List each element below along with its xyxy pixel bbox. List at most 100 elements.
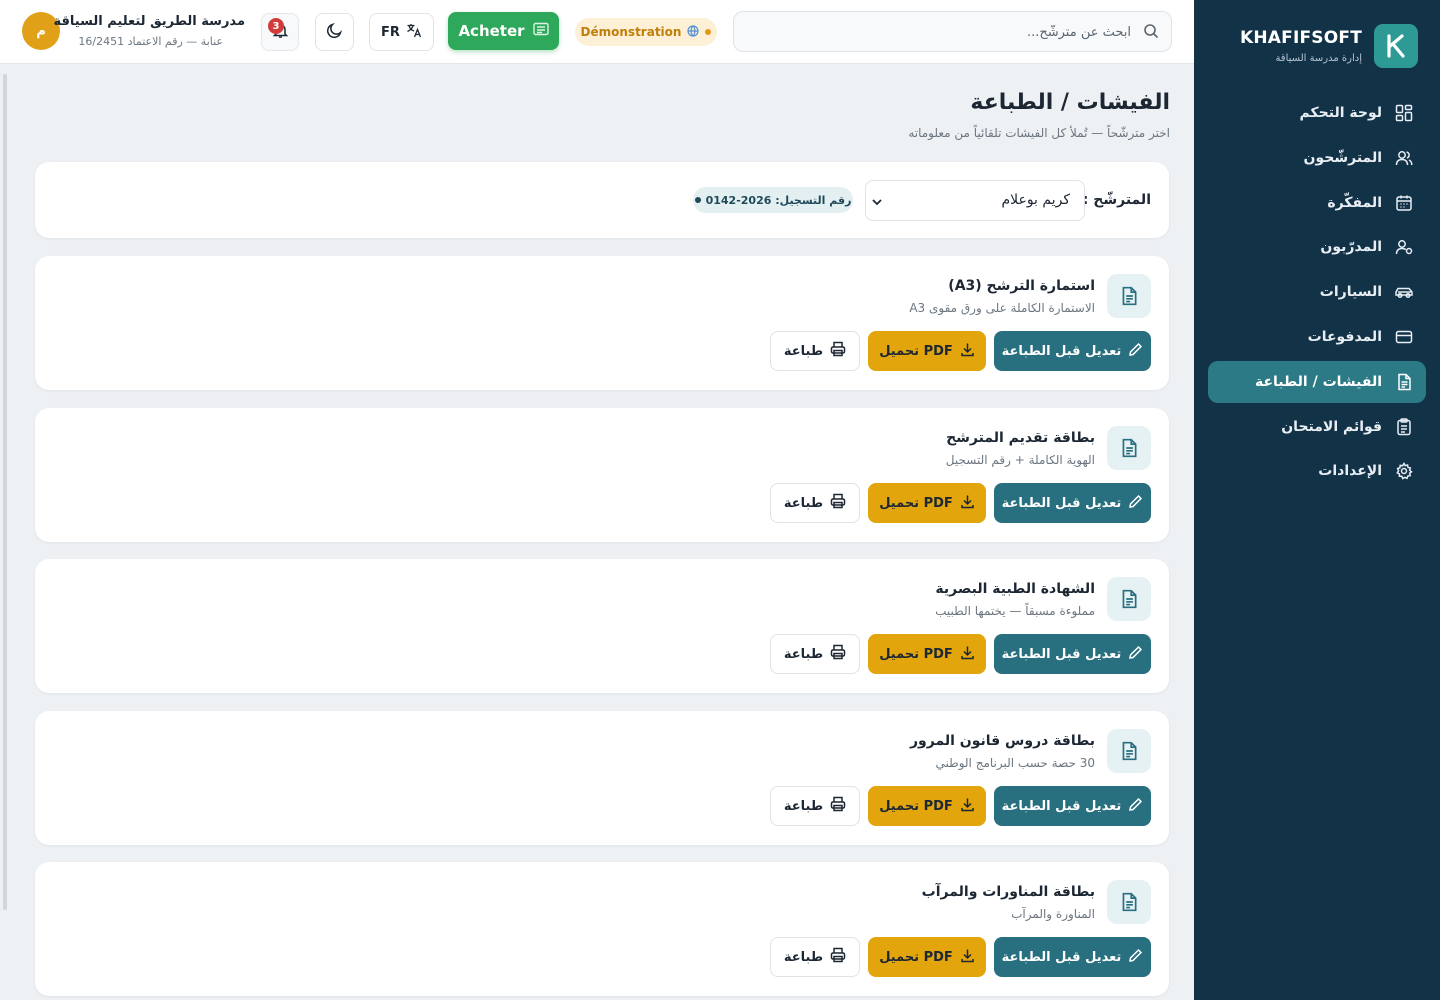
- language-switch[interactable]: FR: [369, 13, 434, 51]
- brand-name: KHAFIFSOFT: [1239, 28, 1362, 48]
- scrollbar[interactable]: [0, 64, 10, 1000]
- globe-icon: [687, 24, 700, 40]
- print-label: طباعة: [783, 343, 824, 359]
- download-icon: [960, 645, 975, 664]
- download-pdf-button[interactable]: تحميل PDF: [868, 483, 986, 523]
- print-label: طباعة: [783, 798, 824, 814]
- printer-icon: [830, 341, 846, 361]
- form-subtitle: الاستمارة الكاملة على ورق مقوى A3: [909, 301, 1095, 315]
- demo-badge: Démonstration: [575, 18, 717, 46]
- document-icon: [1394, 372, 1414, 392]
- pdf-label: تحميل PDF: [879, 495, 953, 511]
- download-icon: [960, 342, 975, 361]
- edit-before-print-button[interactable]: تعديل قبل الطباعة: [994, 786, 1151, 826]
- instructor-icon: [1394, 237, 1414, 257]
- form-card: بطاقة دروس قانون المرور 30 حصة حسب البرن…: [35, 711, 1169, 845]
- registration-number: رقم التسجيل: 2026-0142: [705, 193, 852, 207]
- chevron-down-icon: [870, 194, 884, 213]
- form-card: استمارة الترشح (A3) الاستمارة الكاملة عل…: [35, 256, 1169, 390]
- form-subtitle: مملوءة مسبقاً — يختمها الطبيب: [935, 604, 1095, 618]
- download-icon: [960, 797, 975, 816]
- translate-icon: [406, 22, 422, 42]
- sidebar-item-label: لوحة التحكم: [1299, 105, 1382, 121]
- print-button[interactable]: طباعة: [770, 483, 860, 523]
- document-icon: [1107, 426, 1151, 470]
- sidebar-item-dashboard[interactable]: لوحة التحكم: [1208, 92, 1426, 134]
- pdf-label: تحميل PDF: [879, 798, 953, 814]
- form-subtitle: المناورة والمرآب: [1011, 907, 1095, 921]
- theme-toggle[interactable]: [315, 13, 354, 51]
- form-title: بطاقة تقديم المترشح: [946, 430, 1095, 446]
- sidebar-item-forms-printing[interactable]: الفيشات / الطباعة: [1208, 360, 1426, 403]
- printer-icon: [830, 644, 846, 664]
- printer-icon: [830, 947, 846, 967]
- sidebar-item-candidates[interactable]: المترشّحون: [1208, 137, 1426, 179]
- sidebar-item-instructors[interactable]: المدرّبون: [1208, 226, 1426, 268]
- buy-button[interactable]: Acheter: [448, 12, 559, 50]
- notifications-button[interactable]: 3: [261, 13, 299, 51]
- download-pdf-button[interactable]: تحميل PDF: [868, 937, 986, 977]
- page-title: الفيشات / الطباعة: [970, 90, 1170, 115]
- pencil-icon: [1128, 948, 1143, 967]
- download-icon: [960, 494, 975, 513]
- download-pdf-button[interactable]: تحميل PDF: [868, 634, 986, 674]
- search-input[interactable]: [751, 21, 1131, 43]
- moon-icon: [326, 22, 343, 43]
- download-pdf-button[interactable]: تحميل PDF: [868, 786, 986, 826]
- form-title: الشهادة الطبية البصرية: [935, 581, 1095, 597]
- print-button[interactable]: طباعة: [770, 937, 860, 977]
- form-title: بطاقة دروس قانون المرور: [909, 733, 1095, 749]
- pdf-label: تحميل PDF: [879, 646, 953, 662]
- clipboard-icon: [1394, 417, 1414, 437]
- language-label: FR: [381, 24, 400, 40]
- document-icon: [1107, 729, 1151, 773]
- download-pdf-button[interactable]: تحميل PDF: [868, 331, 986, 371]
- sidebar-item-settings[interactable]: الإعدادات: [1208, 450, 1426, 492]
- search-icon: [1143, 23, 1159, 43]
- print-button[interactable]: طباعة: [770, 634, 860, 674]
- demo-label: Démonstration: [580, 25, 682, 39]
- pencil-icon: [1128, 342, 1143, 361]
- candidate-selector-card: المترشّح : كريم بوعلام رقم التسجيل: 2026…: [35, 162, 1169, 238]
- print-button[interactable]: طباعة: [770, 331, 860, 371]
- calendar-icon: [1394, 193, 1414, 213]
- sidebar: KHAFIFSOFT إدارة مدرسة السياقة لوحة التح…: [1194, 0, 1440, 1000]
- sidebar-item-exam-lists[interactable]: قوائم الامتحان: [1208, 406, 1426, 448]
- sidebar-item-payments[interactable]: المدفوعات: [1208, 316, 1426, 358]
- edit-before-print-button[interactable]: تعديل قبل الطباعة: [994, 331, 1151, 371]
- form-card: بطاقة تقديم المترشح الهوية الكاملة + رقم…: [35, 408, 1169, 542]
- candidate-label: المترشّح :: [1082, 192, 1151, 208]
- notifications-count-badge: 3: [268, 18, 284, 34]
- edit-label: تعديل قبل الطباعة: [1001, 646, 1122, 662]
- edit-label: تعديل قبل الطباعة: [1001, 949, 1122, 965]
- sidebar-item-calendar[interactable]: المفكّرة: [1208, 182, 1426, 224]
- document-icon: [1107, 577, 1151, 621]
- edit-before-print-button[interactable]: تعديل قبل الطباعة: [994, 634, 1151, 674]
- pencil-icon: [1128, 494, 1143, 513]
- sidebar-item-label: المدرّبون: [1320, 239, 1382, 256]
- credit-card-icon: [1394, 327, 1414, 347]
- form-subtitle: 30 حصة حسب البرنامج الوطني: [935, 756, 1095, 770]
- form-card: الشهادة الطبية البصرية مملوءة مسبقاً — ي…: [35, 559, 1169, 693]
- scrollbar-thumb[interactable]: [3, 74, 7, 910]
- print-button[interactable]: طباعة: [770, 786, 860, 826]
- edit-label: تعديل قبل الطباعة: [1001, 495, 1122, 511]
- edit-before-print-button[interactable]: تعديل قبل الطباعة: [994, 937, 1151, 977]
- print-label: طباعة: [783, 949, 824, 965]
- form-title: استمارة الترشح (A3): [948, 278, 1095, 294]
- users-icon: [1394, 148, 1414, 168]
- form-card: بطاقة المناورات والمرآب المناورة والمرآب…: [35, 862, 1169, 996]
- status-dot: [694, 197, 701, 203]
- status-dot: [705, 29, 712, 35]
- brand[interactable]: KHAFIFSOFT إدارة مدرسة السياقة: [1218, 24, 1418, 70]
- sidebar-nav: لوحة التحكم المترشّحون المفكّرة المدرّبو…: [1208, 92, 1426, 495]
- sidebar-item-label: المترشّحون: [1303, 149, 1382, 166]
- search-box: [733, 11, 1172, 52]
- sidebar-item-cars[interactable]: السيارات: [1208, 271, 1426, 313]
- school-info[interactable]: م مدرسة الطريق لتعليم السياقة عنابة — رق…: [22, 12, 262, 52]
- sidebar-item-label: قوائم الامتحان: [1281, 418, 1382, 435]
- edit-before-print-button[interactable]: تعديل قبل الطباعة: [994, 483, 1151, 523]
- download-icon: [960, 948, 975, 967]
- candidate-select[interactable]: كريم بوعلام: [865, 180, 1085, 221]
- printer-icon: [830, 493, 846, 513]
